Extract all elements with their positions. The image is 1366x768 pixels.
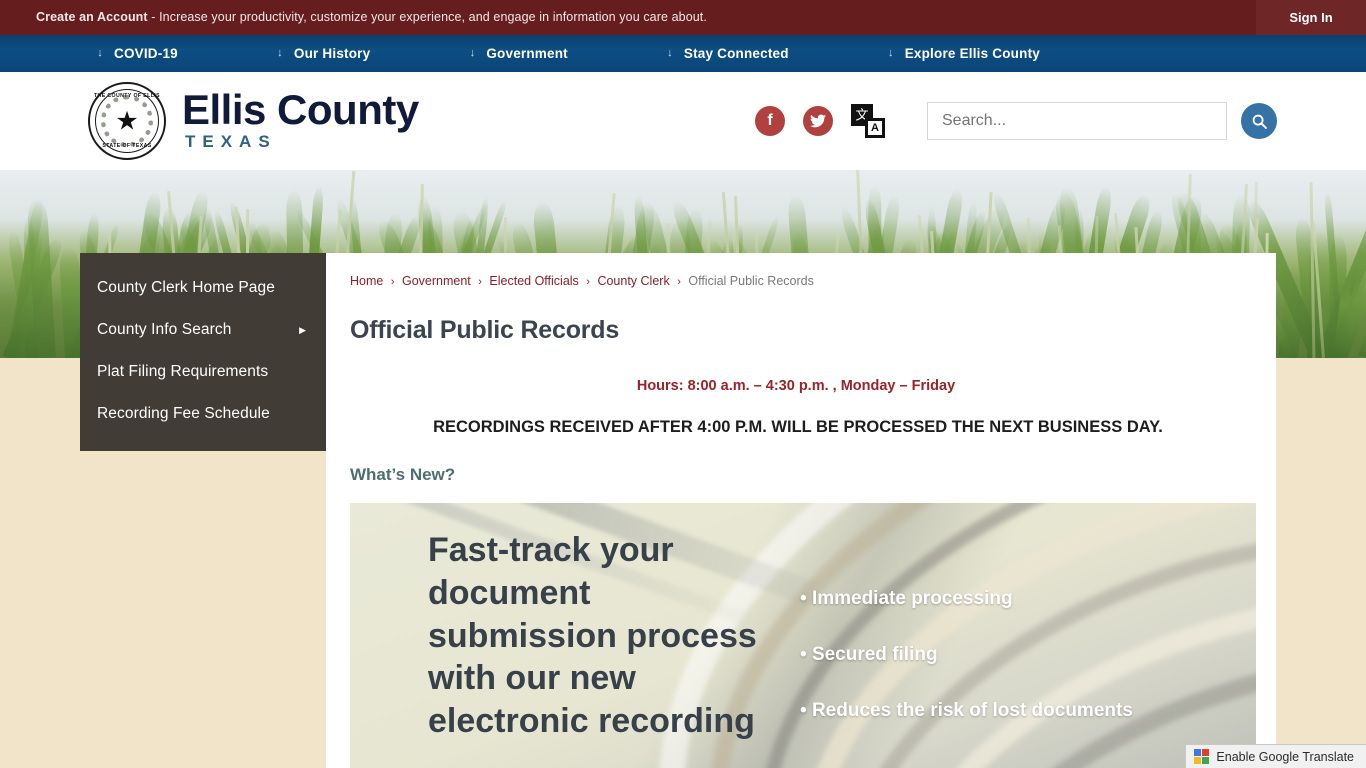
create-account-message: Create an Account - Increase your produc… [36, 11, 707, 24]
facebook-icon[interactable]: f [755, 106, 785, 136]
nav-item-our-history[interactable]: ↓ Our History [266, 35, 370, 72]
star-icon: ★ [115, 105, 139, 136]
breadcrumb-item-elected-officials[interactable]: Elected Officials [489, 274, 578, 288]
page-title: Official Public Records [350, 316, 620, 344]
translate-front-glyph: A [871, 121, 879, 134]
breadcrumb-separator: › [586, 276, 590, 288]
nav-item-label: Stay Connected [683, 46, 789, 61]
header-utilities: f 文 A [755, 72, 1366, 170]
account-bar: Create an Account - Increase your produc… [0, 0, 1366, 35]
chevron-down-icon: ↓ [667, 47, 673, 59]
sidebar-item-county-info-search[interactable]: County Info Search ▶ [80, 309, 326, 351]
nav-item-label: Government [486, 46, 568, 61]
breadcrumb-separator: › [478, 276, 482, 288]
sidebar-item-county-clerk-home-page[interactable]: County Clerk Home Page [80, 267, 326, 309]
promo-bullet-item: Reduces the risk of lost documents [800, 700, 1133, 722]
chevron-down-icon: ↓ [97, 47, 103, 59]
submenu-arrow-icon: ▶ [299, 324, 306, 335]
google-translate-icon [1194, 749, 1210, 764]
recordings-notice-text: RECORDINGS RECEIVED AFTER 4:00 P.M. WILL… [433, 418, 1163, 436]
breadcrumb: Home › Government › Elected Officials › … [350, 271, 1252, 288]
sidebar-item-recording-fee-schedule[interactable]: Recording Fee Schedule [80, 393, 326, 435]
account-message-text: - Increase your productivity, customize … [147, 10, 707, 25]
breadcrumb-item-home[interactable]: Home [350, 274, 383, 288]
chevron-down-icon: ↓ [887, 47, 894, 59]
promo-headline: Fast-track your document submission proc… [428, 531, 757, 741]
sign-in-button[interactable]: Sign In [1256, 0, 1366, 35]
nav-item-government[interactable]: ↓ Government [458, 35, 568, 72]
sidebar-item-label: Plat Filing Requirements [97, 363, 269, 380]
promo-bullet-item: Secured filing [800, 644, 1133, 666]
enable-google-translate-label: Enable Google Translate [1216, 749, 1354, 764]
site-logo[interactable]: THE COUNTY OF ELLIS ★ STATE OF TEXAS Ell… [88, 82, 419, 160]
translate-icon[interactable]: 文 A [851, 104, 885, 138]
page-body: County Clerk Home Page County Info Searc… [0, 253, 1366, 768]
chevron-down-icon: ↓ [469, 47, 476, 59]
nav-item-stay-connected[interactable]: ↓ Stay Connected [656, 35, 789, 72]
breadcrumb-item-government[interactable]: Government [402, 274, 471, 288]
sidebar-item-label: County Clerk Home Page [97, 279, 275, 296]
main-navigation: ↓ COVID-19 ↓ Our History ↓ Government ↓ … [0, 35, 1366, 72]
nav-item-label: COVID-19 [114, 46, 178, 61]
sidebar-menu: County Clerk Home Page County Info Searc… [80, 253, 326, 451]
breadcrumb-separator: › [677, 276, 681, 288]
sidebar-item-label: County Info Search [97, 321, 232, 338]
office-hours-text: Hours: 8:00 a.m. – 4:30 p.m. , Monday – … [636, 378, 956, 394]
nav-item-explore-ellis-county[interactable]: ↓ Explore Ellis County [877, 35, 1040, 72]
search-input[interactable] [928, 103, 1226, 139]
promo-banner-erecording[interactable]: Fast-track your document submission proc… [350, 503, 1256, 768]
sidebar-item-plat-filing-requirements[interactable]: Plat Filing Requirements [80, 351, 326, 393]
sidebar-item-label: Recording Fee Schedule [97, 405, 270, 422]
search-box [927, 102, 1227, 140]
nav-item-label: Explore Ellis County [904, 46, 1040, 61]
breadcrumb-item-county-clerk[interactable]: County Clerk [597, 274, 669, 288]
breadcrumb-item-current: Official Public Records [688, 274, 814, 288]
logo-title: Ellis County [182, 85, 419, 133]
seal-bottom-text: STATE OF TEXAS [102, 143, 152, 149]
main-content-card: Home › Government › Elected Officials › … [326, 253, 1276, 768]
nav-item-covid-19[interactable]: ↓ COVID-19 [86, 35, 178, 72]
create-account-link[interactable]: Create an Account [36, 10, 148, 24]
chevron-down-icon: ↓ [277, 47, 283, 59]
enable-google-translate-bar[interactable]: Enable Google Translate [1185, 744, 1366, 768]
county-seal-icon: THE COUNTY OF ELLIS ★ STATE OF TEXAS [88, 82, 166, 160]
twitter-icon[interactable] [803, 106, 833, 136]
logo-subtitle: TEXAS [185, 132, 277, 152]
site-header: THE COUNTY OF ELLIS ★ STATE OF TEXAS Ell… [0, 72, 1366, 170]
whats-new-heading: What’s New? [350, 465, 456, 484]
seal-top-text: THE COUNTY OF ELLIS [93, 93, 160, 99]
search-button[interactable] [1241, 103, 1277, 139]
promo-bullet-item: Immediate processing [800, 588, 1133, 610]
breadcrumb-separator: › [390, 276, 395, 288]
promo-bullet-list: Immediate processing Secured filing Redu… [800, 588, 1133, 756]
nav-item-label: Our History [293, 46, 371, 61]
